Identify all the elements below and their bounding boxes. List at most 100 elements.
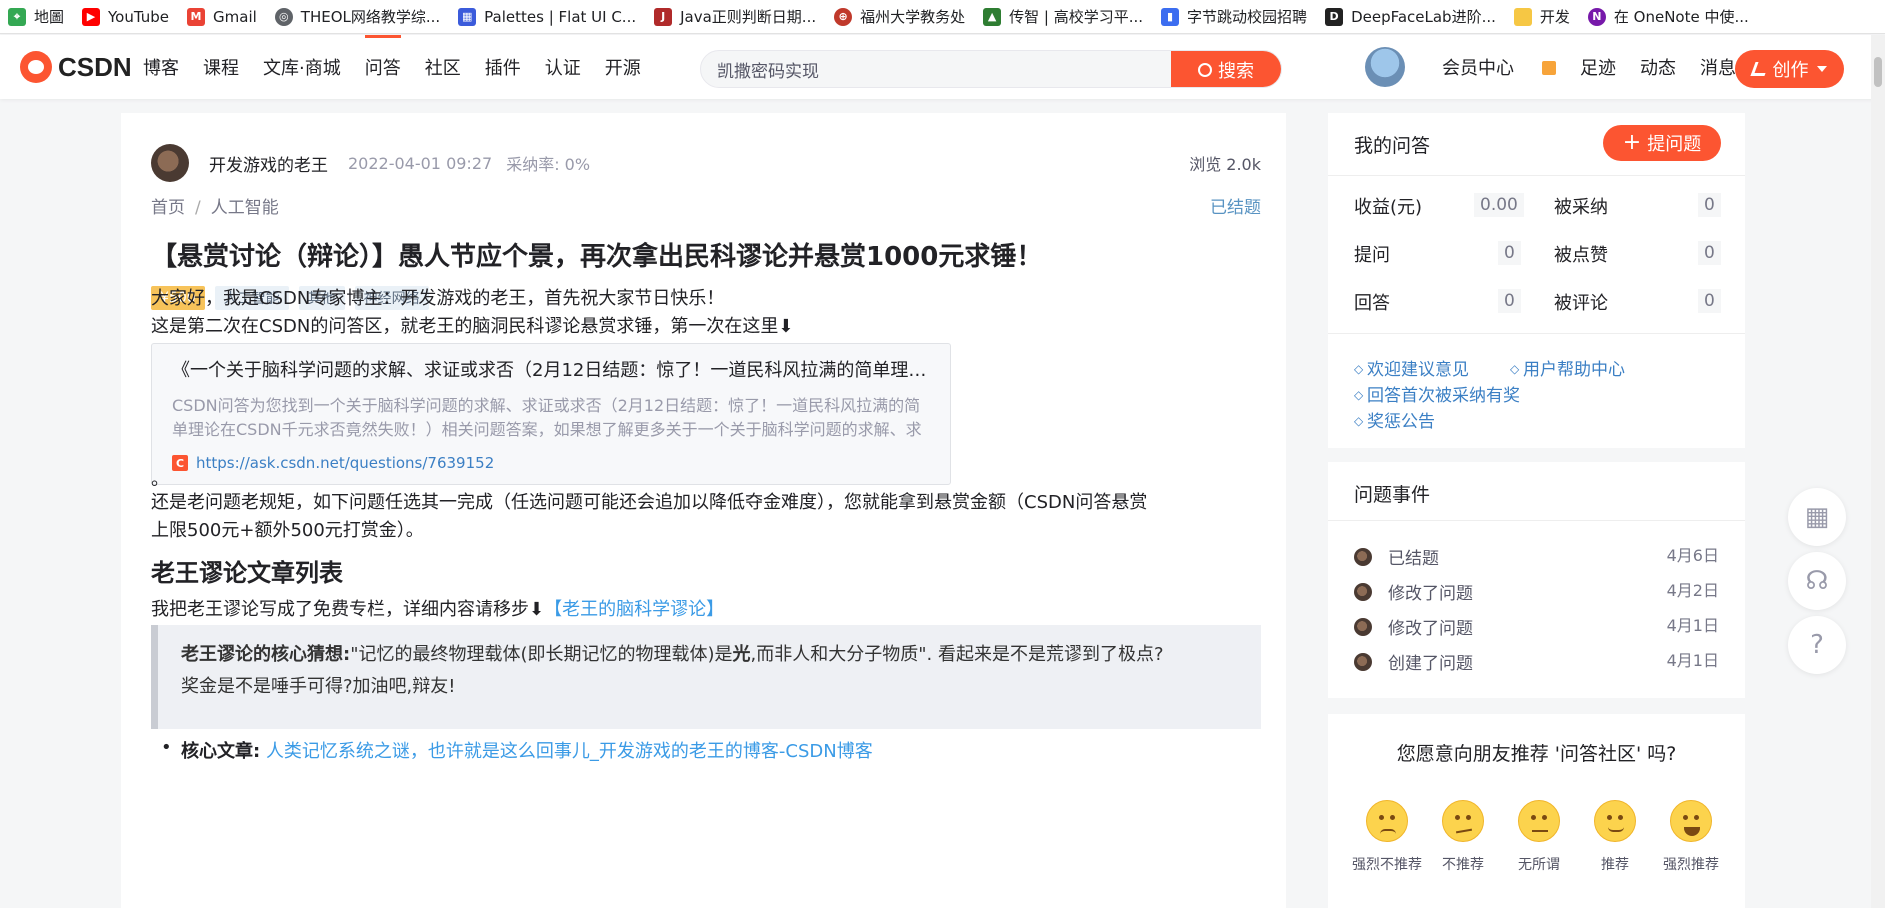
bookmark-java-regex[interactable]: J Java正则判断日期...: [654, 6, 816, 27]
stat-questions-value: 0: [1498, 241, 1521, 265]
main-nav: 博客 课程 文库·商城 问答 社区 插件 认证 开源: [143, 35, 665, 99]
confused-face-icon: [1442, 800, 1484, 842]
qrcode-button[interactable]: ▦: [1788, 488, 1846, 546]
event-item: 修改了问题: [1354, 579, 1473, 604]
nav-courses[interactable]: 课程: [203, 35, 239, 99]
help-icon: ?: [1810, 630, 1824, 660]
activity-link[interactable]: 动态: [1640, 54, 1676, 80]
event-item: 修改了问题: [1354, 614, 1473, 639]
bookmark-gmail[interactable]: M Gmail: [187, 7, 257, 26]
search-button[interactable]: 搜索: [1171, 51, 1281, 87]
column-link[interactable]: 【老王的脑科学谬论】: [544, 599, 724, 620]
help-link-first-adopt[interactable]: 回答首次被采纳有奖: [1354, 381, 1520, 406]
bookmark-theol[interactable]: ◎ THEOL网络教学综...: [274, 6, 440, 27]
youtube-icon: ▶: [82, 7, 101, 26]
angry-face-icon: [1366, 800, 1408, 842]
bookmark-bytedance[interactable]: ▮ 字节跳动校园招聘: [1161, 6, 1307, 27]
blockquote: 老王谬论的核心猜想:"记忆的最终物理载体(即长期记忆的物理载体)是光,而非人和大…: [151, 625, 1261, 729]
help-link-feedback[interactable]: 欢迎建议意见: [1354, 355, 1469, 380]
bookmark-chuanzhi[interactable]: ▲ 传智 | 高校学习平...: [983, 6, 1143, 27]
maps-icon: ⌖: [8, 7, 26, 26]
search-icon: [1198, 63, 1212, 77]
school-icon: ⊕: [834, 7, 853, 26]
bookmark-palettes[interactable]: ▦ Palettes | Flat UI C...: [458, 7, 636, 26]
link-card-description: CSDN问答为您找到一个关于脑科学问题的求解、求证或求否（2月12日结题：惊了！…: [172, 396, 922, 439]
headset-icon: ☊: [1805, 566, 1829, 596]
section-heading: 老王谬论文章列表: [151, 559, 343, 587]
pen-icon: [1749, 62, 1770, 76]
csdn-logo-icon: [20, 51, 52, 83]
recommend-survey-card: 您愿意向朋友推荐 '问答社区' 吗? 强烈不推荐 不推荐 无所谓 推荐 强烈推荐: [1328, 714, 1745, 908]
java-icon: J: [654, 7, 673, 26]
stat-earnings-value: 0.00: [1474, 193, 1524, 217]
deepface-icon: D: [1325, 7, 1344, 26]
globe-icon: ◎: [274, 7, 293, 26]
question-title: 【悬赏讨论（辩论）】愚人节应个景，再次拿出民科谬论并悬赏1000元求锤！: [151, 242, 1043, 272]
paragraph-rules-line2: 上限500元+额外500元打赏金）。: [151, 520, 424, 541]
link-card-url[interactable]: Chttps://ask.csdn.net/questions/7639152: [172, 454, 494, 472]
breadcrumb: 首页 / 人工智能: [151, 193, 279, 218]
bookmark-folder-dev[interactable]: 开发: [1513, 6, 1570, 27]
event-item: 创建了问题: [1354, 649, 1473, 674]
help-link-announcements[interactable]: 奖惩公告: [1354, 407, 1435, 432]
recommend-question: 您愿意向朋友推荐 '问答社区' 吗?: [1396, 743, 1677, 765]
nav-opensource[interactable]: 开源: [605, 35, 641, 99]
nav-community[interactable]: 社区: [425, 35, 461, 99]
stat-likes-value: 0: [1698, 241, 1721, 265]
smile-face-icon: [1594, 800, 1636, 842]
nav-plugins[interactable]: 插件: [485, 35, 521, 99]
breadcrumb-separator: /: [195, 198, 201, 218]
csdn-favicon-icon: C: [172, 455, 188, 471]
toolbar-right: 会员中心 足迹 动态 消息: [1442, 35, 1784, 99]
author-name[interactable]: 开发游戏的老王: [209, 151, 328, 176]
bookmark-youtube[interactable]: ▶ YouTube: [82, 7, 169, 26]
footprint-link[interactable]: 足迹: [1580, 54, 1616, 80]
plus-icon: +: [1622, 130, 1642, 155]
event-date: 4月1日: [1666, 616, 1719, 635]
stat-questions-label: 提问: [1354, 245, 1390, 266]
folder-icon: [1513, 7, 1532, 26]
bookmark-onenote[interactable]: N在 OneNote 中使...: [1587, 6, 1749, 27]
palette-icon: ▦: [458, 7, 477, 26]
bookmark-deepfacelab[interactable]: D DeepFaceLab进阶...: [1325, 6, 1496, 27]
rating-strongly-recommend[interactable]: 强烈推荐: [1646, 800, 1736, 874]
events-title: 问题事件: [1354, 484, 1431, 506]
view-count: 浏览 2.0k: [1189, 155, 1261, 174]
list-item: 核心文章: 人类记忆系统之谜，也许就是这么回事儿_开发游戏的老王的博客-CSDN…: [161, 737, 873, 763]
bookmark-maps[interactable]: ⌖ 地圖: [8, 6, 64, 27]
stat-answers-value: 0: [1498, 289, 1521, 313]
link-card[interactable]: 《一个关于脑科学问题的求解、求证或求否（2月12日结题：惊了！一道民科风拉满的简…: [151, 343, 951, 485]
search-input[interactable]: [701, 51, 1171, 87]
core-article-link[interactable]: 人类记忆系统之谜，也许就是这么回事儿_开发游戏的老王的博客-CSDN博客: [266, 741, 873, 762]
author-avatar[interactable]: [151, 144, 189, 182]
help-link-help-center[interactable]: 用户帮助中心: [1510, 355, 1625, 380]
nav-library-mall[interactable]: 文库·商城: [263, 35, 341, 99]
page-scrollbar[interactable]: [1871, 35, 1885, 908]
bookmark-fzu[interactable]: ⊕ 福州大学教务处: [834, 6, 965, 27]
my-questions-title: 我的问答: [1354, 135, 1431, 157]
help-button[interactable]: ?: [1788, 616, 1846, 674]
event-avatar: [1354, 582, 1372, 601]
gift-icon: [1542, 61, 1556, 75]
breadcrumb-home[interactable]: 首页: [151, 198, 185, 218]
ask-question-button[interactable]: + 提问题: [1603, 125, 1721, 161]
customer-service-button[interactable]: ☊: [1788, 552, 1846, 610]
nav-certification[interactable]: 认证: [545, 35, 581, 99]
scrollbar-thumb[interactable]: [1874, 57, 1882, 87]
event-date: 4月2日: [1666, 581, 1719, 600]
bytedance-icon: ▮: [1161, 7, 1180, 26]
divider: [1328, 175, 1745, 176]
breadcrumb-ai[interactable]: 人工智能: [211, 198, 279, 218]
csdn-logo[interactable]: CSDN: [20, 51, 132, 83]
paragraph-intro: 这是第二次在CSDN的问答区，就老王的脑洞民科谬论悬赏求锤，第一次在这里⬇: [151, 316, 794, 337]
event-avatar: [1354, 547, 1372, 566]
user-avatar[interactable]: [1365, 47, 1405, 87]
nav-qa[interactable]: 问答: [364, 35, 401, 99]
member-center-link[interactable]: 会员中心: [1442, 54, 1556, 80]
link-card-title: 《一个关于脑科学问题的求解、求证或求否（2月12日结题：惊了！一道民科风拉满的简…: [172, 360, 932, 381]
divider: [1328, 520, 1745, 521]
nav-blog[interactable]: 博客: [143, 35, 179, 99]
adopt-rate: 采纳率: 0%: [506, 155, 591, 174]
create-button[interactable]: 创作: [1735, 50, 1844, 88]
paragraph-greeting: 大家好，我是CSDN专家博主：开发游戏的老王，首先祝大家节日快乐！: [151, 288, 725, 309]
